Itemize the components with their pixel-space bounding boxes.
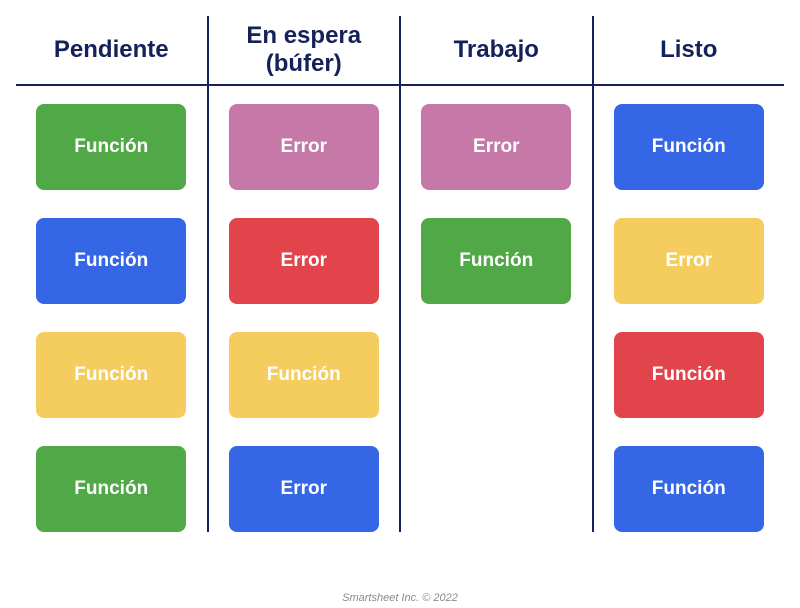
column-header: Listo: [594, 16, 785, 84]
card-list: Función Error Función Función: [594, 86, 785, 532]
card[interactable]: Función: [36, 446, 186, 532]
card[interactable]: Función: [36, 218, 186, 304]
card[interactable]: Función: [36, 104, 186, 190]
card-list: Error Error Función Error: [209, 86, 400, 532]
card[interactable]: Error: [614, 218, 764, 304]
column-pendiente: Pendiente Función Función Función Funció…: [16, 16, 207, 532]
card-list: Función Función Función Función: [16, 86, 207, 532]
column-listo: Listo Función Error Función Función: [592, 16, 785, 532]
card[interactable]: Función: [36, 332, 186, 418]
card[interactable]: Función: [614, 332, 764, 418]
card[interactable]: Función: [614, 446, 764, 532]
column-trabajo: Trabajo Error Función: [399, 16, 592, 532]
card[interactable]: Error: [229, 218, 379, 304]
card-list: Error Función: [401, 86, 592, 304]
copyright-footer: Smartsheet Inc. © 2022: [0, 592, 800, 604]
column-en-espera: En espera(búfer) Error Error Función Err…: [207, 16, 400, 532]
card[interactable]: Función: [421, 218, 571, 304]
card[interactable]: Error: [229, 446, 379, 532]
kanban-board: Pendiente Función Función Función Funció…: [0, 0, 800, 532]
card[interactable]: Error: [229, 104, 379, 190]
column-header: En espera(búfer): [209, 16, 400, 84]
card[interactable]: Error: [421, 104, 571, 190]
column-header: Trabajo: [401, 16, 592, 84]
card[interactable]: Función: [614, 104, 764, 190]
card[interactable]: Función: [229, 332, 379, 418]
column-header: Pendiente: [16, 16, 207, 84]
